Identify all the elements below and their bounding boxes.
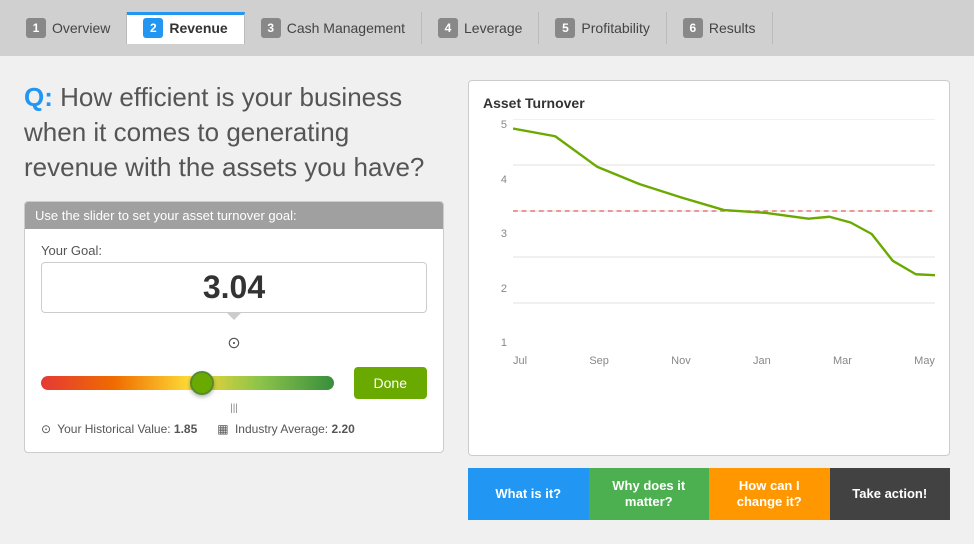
slider-box: Use the slider to set your asset turnove…: [24, 201, 444, 453]
nav-step-3[interactable]: 3 Cash Management: [245, 12, 422, 44]
question-body: How efficient is your business when it c…: [24, 82, 424, 182]
x-label-jul: Jul: [513, 355, 527, 367]
chart-plot: [513, 119, 935, 349]
step-label-5: Profitability: [581, 20, 649, 36]
nav-bar: 1 Overview 2 Revenue 3 Cash Management 4…: [0, 0, 974, 56]
main-content: Q: How efficient is your business when i…: [0, 56, 974, 544]
goal-label: Your Goal:: [41, 243, 427, 258]
nav-step-6[interactable]: 6 Results: [667, 12, 773, 44]
slider-track[interactable]: [41, 376, 334, 390]
left-panel: Q: How efficient is your business when i…: [24, 80, 444, 520]
tab-why-matter[interactable]: Why does it matter?: [589, 468, 710, 520]
x-label-sep: Sep: [589, 355, 609, 367]
step-label-3: Cash Management: [287, 20, 405, 36]
y-label-2: 2: [501, 283, 507, 295]
question-text: Q: How efficient is your business when i…: [24, 80, 444, 185]
step-num-4: 4: [438, 18, 458, 38]
right-panel: Asset Turnover 5 4 3 2 1: [468, 80, 950, 520]
step-label-4: Leverage: [464, 20, 522, 36]
nav-step-1[interactable]: 1 Overview: [10, 12, 127, 44]
chart-area: 5 4 3 2 1: [483, 119, 935, 379]
tab-how-change[interactable]: How can I change it?: [709, 468, 830, 520]
chart-svg: [513, 119, 935, 349]
y-label-5: 5: [501, 119, 507, 131]
slider-thumb[interactable]: [190, 371, 214, 395]
chart-title: Asset Turnover: [483, 95, 935, 111]
historical-label: Your Historical Value:: [57, 422, 170, 436]
step-num-2: 2: [143, 18, 163, 38]
step-num-3: 3: [261, 18, 281, 38]
y-axis: 5 4 3 2 1: [483, 119, 513, 349]
nav-step-2[interactable]: 2 Revenue: [127, 12, 244, 44]
industry-label: Industry Average:: [235, 422, 328, 436]
nav-step-5[interactable]: 5 Profitability: [539, 12, 666, 44]
slider-box-header: Use the slider to set your asset turnove…: [25, 202, 443, 229]
step-label-6: Results: [709, 20, 756, 36]
industry-stat: ▦ Industry Average: 2.20: [217, 422, 355, 436]
action-tabs: What is it? Why does it matter? How can …: [468, 468, 950, 520]
x-label-may: May: [914, 355, 935, 367]
slider-min-icon: ⊙: [227, 333, 240, 353]
chart-box: Asset Turnover 5 4 3 2 1: [468, 80, 950, 456]
goal-value-display: 3.04: [41, 262, 427, 313]
historical-stat: ⊙ Your Historical Value: 1.85: [41, 422, 197, 436]
step-num-5: 5: [555, 18, 575, 38]
clock-icon: ⊙: [41, 422, 51, 436]
x-axis: Jul Sep Nov Jan Mar May: [513, 351, 935, 379]
historical-value: 1.85: [174, 422, 197, 436]
chart-icon: ▦: [217, 422, 228, 436]
question-prefix: Q:: [24, 82, 53, 112]
y-label-4: 4: [501, 174, 507, 186]
done-button[interactable]: Done: [354, 367, 427, 399]
x-label-nov: Nov: [671, 355, 691, 367]
x-label-jan: Jan: [753, 355, 771, 367]
tick-mark: |||: [230, 403, 238, 414]
industry-value: 2.20: [331, 422, 354, 436]
bottom-stats: ⊙ Your Historical Value: 1.85 ▦ Industry…: [41, 422, 427, 436]
x-label-mar: Mar: [833, 355, 852, 367]
y-label-1: 1: [501, 337, 507, 349]
slider-wrapper: Done: [41, 367, 427, 399]
step-label-1: Overview: [52, 20, 110, 36]
nav-step-4[interactable]: 4 Leverage: [422, 12, 539, 44]
tab-take-action[interactable]: Take action!: [830, 468, 951, 520]
tab-what-is-it[interactable]: What is it?: [468, 468, 589, 520]
step-num-1: 1: [26, 18, 46, 38]
step-label-2: Revenue: [169, 20, 227, 36]
step-num-6: 6: [683, 18, 703, 38]
y-label-3: 3: [501, 228, 507, 240]
